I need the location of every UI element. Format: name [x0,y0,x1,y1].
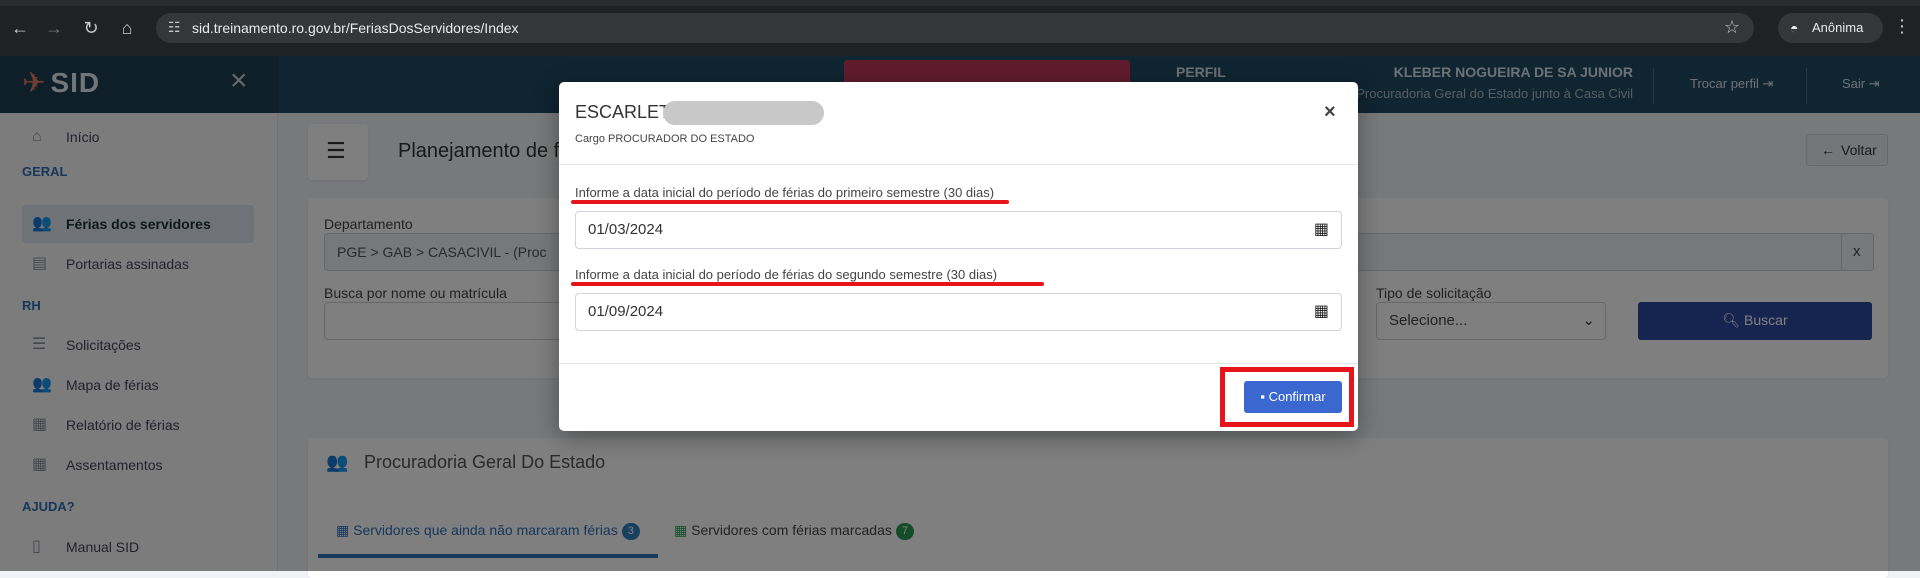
confirm-button[interactable]: ▪ Confirmar [1244,381,1342,413]
forward-icon[interactable]: → [44,18,64,38]
url-text: sid.treinamento.ro.gov.br/FeriasDosServi… [192,20,519,36]
browser-toolbar: ← → ↻ ⌂ ☷ sid.treinamento.ro.gov.br/Feri… [0,0,1920,56]
vacation-dialog: ESCARLET Cargo PROCURADOR DO ESTADO × In… [559,82,1358,431]
back-icon[interactable]: ← [10,18,30,38]
address-bar[interactable]: ☷ sid.treinamento.ro.gov.br/FeriasDosSer… [156,13,1754,43]
second-period-label: Informe a data inicial do período de fér… [575,267,998,282]
reload-icon[interactable]: ↻ [81,18,101,38]
dialog-header: ESCARLET Cargo PROCURADOR DO ESTADO × [559,82,1358,165]
annotation-underline [571,200,1009,204]
home-icon[interactable]: ⌂ [117,18,137,38]
close-icon[interactable]: × [1324,101,1336,124]
first-period-date-input[interactable]: 01/03/2024 ▦ [575,211,1342,249]
calendar-icon[interactable]: ▦ [1314,212,1329,248]
second-period-date-value: 01/09/2024 [588,303,664,320]
employee-role: Cargo PROCURADOR DO ESTADO [575,133,755,145]
site-info-icon[interactable]: ☷ [168,19,181,36]
tab-strip [0,0,1920,6]
browser-menu-icon[interactable]: ⋮ [1893,16,1911,37]
calendar-icon[interactable]: ▦ [1314,294,1329,330]
annotation-underline [571,282,1044,286]
confirm-button-label: Confirmar [1268,389,1326,404]
save-icon: ▪ [1260,389,1265,404]
first-period-label: Informe a data inicial do período de fér… [575,185,995,200]
incognito-icon: ◓ [1790,20,1799,36]
employee-name: ESCARLET [575,102,671,122]
first-period-date-value: 01/03/2024 [588,221,664,238]
bookmark-star-icon[interactable]: ☆ [1724,17,1740,38]
redacted-surname [663,101,824,125]
incognito-indicator[interactable]: ◓ Anônima [1778,13,1883,43]
second-period-date-input[interactable]: 01/09/2024 ▦ [575,293,1342,331]
incognito-label: Anônima [1812,20,1864,35]
